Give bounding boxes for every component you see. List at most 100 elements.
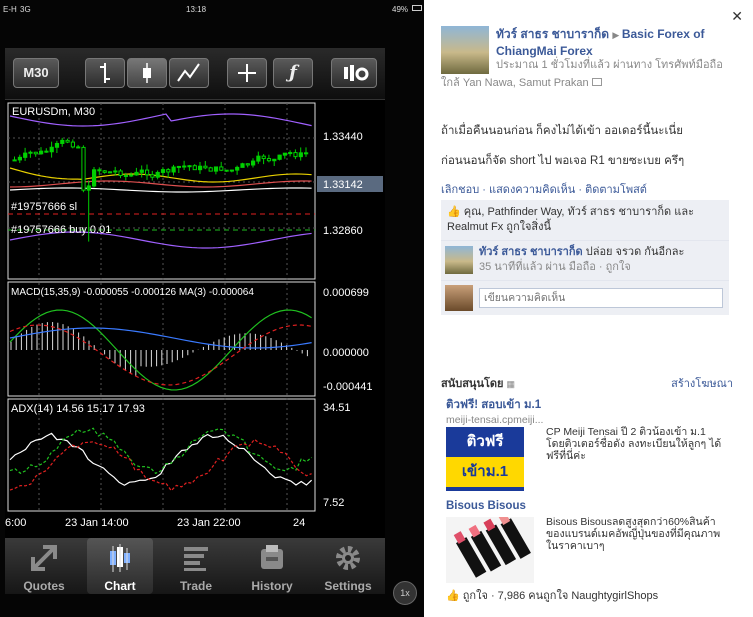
candle-body [129,174,134,177]
likes-row: 👍 คุณ, Pathfinder Way, ทัวร์ สาธร ชาบารา… [441,200,729,241]
ad-2-title[interactable]: Bisous Bisous [446,500,746,512]
comment-input[interactable] [479,288,723,308]
comment-compose-row [441,281,729,315]
candle-body [282,152,287,156]
feedback-box: 👍 คุณ, Pathfinder Way, ทัวร์ สาธร ชาบารา… [441,200,729,315]
candle-body [123,174,129,177]
macd-level-zero: 0.000000 [323,347,369,359]
candle-chart-button[interactable] [127,58,167,88]
candle-body [203,165,208,169]
candle-body [293,152,298,158]
ad-1-body: CP Meiji Tensai ปี 2 ติวน้องเข้า ม.1 โดย… [546,426,722,462]
candle-body [224,169,229,172]
candle-body [65,139,70,143]
candle-body [49,146,54,153]
chart-canvas[interactable]: EURUSDm, M30 #19757666 sl #19757666 buy 0.… [5,100,385,538]
chart-area[interactable]: EURUSDm, M30 #19757666 sl #19757666 buy 0.… [5,100,385,538]
thumbs-up-icon: 👍 [447,206,461,218]
candle-body [240,163,245,168]
thumbs-up-icon: 👍 [446,590,460,602]
comment-text: ปล่อย จรวด กันอีกละ [585,246,685,258]
time-axis-label: 24 [293,517,305,529]
status-bar: E-H 3G 13:18 49% [0,0,424,20]
time-axis-label: 23 Jan 14:00 [65,517,129,529]
tab-chart-label: Chart [104,579,136,593]
tab-trade-label: Trade [179,579,212,593]
tab-quotes[interactable]: Quotes [11,538,77,594]
tab-settings[interactable]: Settings [315,538,381,594]
trading-app: E-H 3G 13:18 49% M30 ƒ EURUSDm, M30 #1975… [0,0,424,617]
create-ad-link[interactable]: สร้างโฆษณา [671,374,733,392]
current-price-label: 1.33142 [323,179,363,191]
candle-body [28,151,33,154]
symbol-label: EURUSDm, M30 [12,106,95,118]
candle-body [92,169,97,187]
candle-body [182,165,187,168]
clock: 13:18 [186,5,207,14]
adx-level-high: 34.51 [323,402,351,414]
ad-2-body: Bisous Bisousลดสูงสุดกว่า60%สินค้าของแบร… [546,516,721,552]
tab-trade[interactable]: Trade [163,538,229,594]
ad-1-title[interactable]: ติวฟรี! สอบเข้า ม.1 [446,396,746,414]
candle-body [102,170,107,173]
candle-body [54,142,60,148]
candle-body [44,150,49,153]
ad-2[interactable]: Bisous Bisous Bisous Bisousลดสูงสุดกว่า6… [446,500,746,583]
candle-body [134,171,139,176]
chart-settings-button[interactable] [331,58,377,88]
candle-body [70,141,76,148]
candle-body [288,152,293,155]
candle-body [160,169,166,173]
candle-body [97,169,102,172]
tab-bar: Quotes Chart Trade History Settings [5,538,385,594]
candle-body [245,163,250,166]
commenter-name-link[interactable]: ทัวร์ สาธร ชาบาราก็ด [479,246,583,258]
indicators-button[interactable]: ƒ [273,58,313,88]
zoom-button[interactable]: 1x [393,581,417,605]
candle-body [39,150,44,155]
adx-level-low: 7.52 [323,497,344,509]
map-icon [591,78,602,86]
post-actions[interactable]: เลิกชอบ · แสดงความคิดเห็น · ติดตามโพสต์ [441,180,647,198]
bar-chart-button[interactable] [85,58,125,88]
candle-body [256,155,261,162]
function-icon: ƒ [289,62,297,83]
candle-body [33,151,38,155]
timeframe-button[interactable]: M30 [13,58,59,88]
tab-chart[interactable]: Chart [87,538,153,594]
candle-body [272,158,277,162]
candlestick-icon [143,63,151,83]
candle-body [187,165,192,168]
ad-1-image[interactable]: ติวฟรี เข้าม.1 [446,427,524,491]
sponsored-label: สนับสนุนโดย [441,378,504,390]
candle-body [145,169,150,176]
post-text-line-1: ถ้าเมื่อคืนนอนก่อน ก็คงไม่ได้เข้า ออเดอร… [441,125,684,137]
bar-chart-icon [100,63,110,83]
line-chart-button[interactable] [169,58,209,88]
close-icon[interactable]: ✕ [731,8,743,25]
post-header: ทัวร์ สาธร ชาบาราก็ด ▶ Basic Forex of Ch… [496,26,726,59]
ad-2-image[interactable] [446,512,534,583]
network-label: 3G [20,5,31,14]
candle-body [107,171,113,174]
commenter-avatar[interactable] [445,246,473,274]
candle-body [76,146,81,149]
my-avatar [445,285,473,311]
candle-body [208,167,213,172]
facebook-post-panel: ✕ ทัวร์ สาธร ชาบาราก็ด ▶ Basic Forex of … [424,0,753,617]
crosshair-button[interactable] [227,58,267,88]
candle-body [235,166,240,171]
author-name-link[interactable]: ทัวร์ สาธร ชาบาราก็ด [496,27,609,41]
candle-body [176,165,182,168]
tab-quotes-label: Quotes [23,579,65,593]
price-level-low: 1.32860 [323,225,363,237]
chart-icon [110,544,130,572]
crosshair-icon [238,64,256,82]
comment-meta[interactable]: 35 นาทีที่แล้ว ผ่าน มือถือ · ถูกใจ [479,260,724,275]
tab-history[interactable]: History [239,538,305,594]
candle-body [150,174,155,178]
battery-icon [412,5,422,11]
trade-icon [184,547,208,571]
ad-2-likes[interactable]: ถูกใจ · 7,986 คนถูกใจ NaughtygirlShops [463,590,658,602]
ad-1[interactable]: ติวฟรี! สอบเข้า ม.1 meiji-tensai.cpmeiji… [446,396,746,491]
